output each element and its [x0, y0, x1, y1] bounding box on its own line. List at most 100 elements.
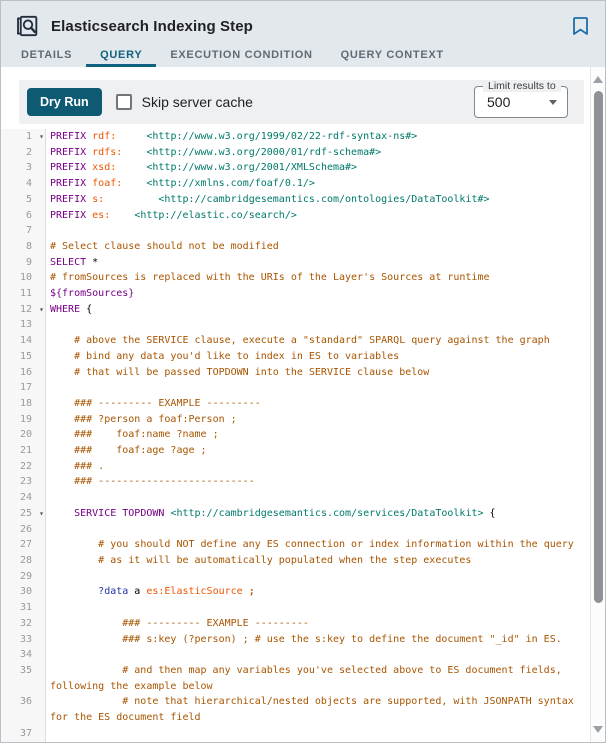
line-number: 32 — [1, 616, 46, 632]
scroll-down-arrow-icon[interactable] — [593, 726, 603, 733]
code-text[interactable]: PREFIX foaf: <http://xmlns.com/foaf/0.1/… — [46, 176, 590, 192]
code-text[interactable]: ### --------- EXAMPLE --------- — [46, 616, 590, 632]
tab-details[interactable]: DETAILS — [7, 43, 86, 67]
code-text[interactable]: # bind any data you'd like to index in E… — [46, 349, 590, 365]
code-line: 27 # you should NOT define any ES connec… — [1, 537, 590, 553]
dry-run-button[interactable]: Dry Run — [27, 88, 102, 116]
query-toolbar: Dry Run Skip server cache Limit results … — [19, 80, 584, 124]
search-document-icon — [15, 13, 41, 39]
tab-execution-condition[interactable]: EXECUTION CONDITION — [156, 43, 326, 67]
title-row: Elasticsearch Indexing Step — [1, 1, 605, 43]
tab-bar: DETAILSQUERYEXECUTION CONDITIONQUERY CON… — [1, 43, 605, 67]
query-panel: Dry Run Skip server cache Limit results … — [1, 67, 590, 742]
tab-query-context[interactable]: QUERY CONTEXT — [327, 43, 458, 67]
code-text[interactable]: SELECT * — [46, 255, 590, 271]
line-number: 34 — [1, 647, 46, 663]
code-text[interactable] — [46, 569, 590, 585]
code-text[interactable]: PREFIX xsd: <http://www.w3.org/2001/XMLS… — [46, 160, 590, 176]
line-number: 37 — [1, 726, 46, 742]
code-text[interactable]: # note that hierarchical/nested objects … — [46, 694, 590, 725]
code-line: 34 — [1, 647, 590, 663]
code-text[interactable]: # Select clause should not be modified — [46, 239, 590, 255]
line-number: 22 — [1, 459, 46, 475]
line-number: 9 — [1, 255, 46, 271]
code-text[interactable] — [46, 380, 590, 396]
code-text[interactable]: ### s:key (?person) ; # use the s:key to… — [46, 632, 590, 648]
code-text[interactable] — [46, 522, 590, 538]
code-text[interactable]: PREFIX rdfs: <http://www.w3.org/2000/01/… — [46, 145, 590, 161]
skip-server-cache-checkbox[interactable] — [116, 94, 132, 110]
code-text[interactable]: # above the SERVICE clause, execute a "s… — [46, 333, 590, 349]
code-line: 10# fromSources is replaced with the URI… — [1, 270, 590, 286]
code-text[interactable]: PREFIX rdf: <http://www.w3.org/1999/02/2… — [46, 129, 590, 145]
code-line: 21 ### foaf:age ?age ; — [1, 443, 590, 459]
tab-query[interactable]: QUERY — [86, 43, 156, 67]
code-text[interactable]: ### foaf:name ?name ; — [46, 427, 590, 443]
code-line: 15 # bind any data you'd like to index i… — [1, 349, 590, 365]
line-number: 15 — [1, 349, 46, 365]
code-line: 33 ### s:key (?person) ; # use the s:key… — [1, 632, 590, 648]
code-text[interactable]: # and then map any variables you've sele… — [46, 663, 590, 694]
line-number: 33 — [1, 632, 46, 648]
vertical-scrollbar[interactable] — [590, 67, 605, 742]
line-number: 35 — [1, 663, 46, 694]
code-line: 5PREFIX s: <http://cambridgesemantics.co… — [1, 192, 590, 208]
code-text[interactable]: ### --------- EXAMPLE --------- — [46, 396, 590, 412]
page-title: Elasticsearch Indexing Step — [51, 18, 253, 35]
line-number: 10 — [1, 270, 46, 286]
code-text[interactable]: ### ?person a foaf:Person ; — [46, 412, 590, 428]
query-editor[interactable]: 1▾PREFIX rdf: <http://www.w3.org/1999/02… — [1, 129, 590, 742]
fold-arrow-icon[interactable]: ▾ — [39, 506, 44, 522]
code-line: 8# Select clause should not be modified — [1, 239, 590, 255]
code-text[interactable]: # you should NOT define any ES connectio… — [46, 537, 590, 553]
chevron-down-icon — [549, 100, 557, 105]
code-line: 16 # that will be passed TOPDOWN into th… — [1, 365, 590, 381]
line-number: 21 — [1, 443, 46, 459]
code-text[interactable]: # as it will be automatically populated … — [46, 553, 590, 569]
code-text[interactable] — [46, 726, 590, 742]
code-text[interactable] — [46, 490, 590, 506]
code-line: 30 ?data a es:ElasticSource ; — [1, 584, 590, 600]
skip-server-cache-label[interactable]: Skip server cache — [142, 94, 253, 110]
bookmark-icon[interactable] — [570, 14, 591, 38]
code-line: 31 — [1, 600, 590, 616]
code-text[interactable]: PREFIX s: <http://cambridgesemantics.com… — [46, 192, 590, 208]
code-text[interactable] — [46, 600, 590, 616]
fold-arrow-icon[interactable]: ▾ — [39, 129, 44, 145]
code-text[interactable] — [46, 647, 590, 663]
code-text[interactable]: SERVICE TOPDOWN <http://cambridgesemanti… — [46, 506, 590, 522]
line-number: 12▾ — [1, 302, 46, 318]
code-text[interactable]: ${fromSources} — [46, 286, 590, 302]
limit-results-label: Limit results to — [483, 80, 561, 92]
code-line: 4PREFIX foaf: <http://xmlns.com/foaf/0.1… — [1, 176, 590, 192]
code-text[interactable]: ### . — [46, 459, 590, 475]
line-number: 2 — [1, 145, 46, 161]
code-text[interactable]: ?data a es:ElasticSource ; — [46, 584, 590, 600]
code-text[interactable]: # fromSources is replaced with the URIs … — [46, 270, 590, 286]
code-text[interactable]: WHERE { — [46, 302, 590, 318]
code-text[interactable] — [46, 317, 590, 333]
scrollbar-thumb[interactable] — [594, 91, 603, 603]
code-line: 6PREFIX es: <http://elastic.co/search/> — [1, 208, 590, 224]
code-line: 3PREFIX xsd: <http://www.w3.org/2001/XML… — [1, 160, 590, 176]
code-text[interactable] — [46, 223, 590, 239]
line-number: 24 — [1, 490, 46, 506]
code-text[interactable]: # that will be passed TOPDOWN into the S… — [46, 365, 590, 381]
limit-results-select[interactable]: Limit results to 500 — [474, 86, 568, 118]
line-number: 30 — [1, 584, 46, 600]
code-text[interactable]: ### foaf:age ?age ; — [46, 443, 590, 459]
code-line: 19 ### ?person a foaf:Person ; — [1, 412, 590, 428]
scroll-up-arrow-icon[interactable] — [593, 76, 603, 83]
line-number: 29 — [1, 569, 46, 585]
code-line: 22 ### . — [1, 459, 590, 475]
line-number: 16 — [1, 365, 46, 381]
code-line: 29 — [1, 569, 590, 585]
line-number: 36 — [1, 694, 46, 725]
code-line: 17 — [1, 380, 590, 396]
code-line: 12▾WHERE { — [1, 302, 590, 318]
fold-arrow-icon[interactable]: ▾ — [39, 302, 44, 318]
code-text[interactable]: ### -------------------------- — [46, 474, 590, 490]
code-text[interactable]: PREFIX es: <http://elastic.co/search/> — [46, 208, 590, 224]
code-line: 36 # note that hierarchical/nested objec… — [1, 694, 590, 725]
line-number: 28 — [1, 553, 46, 569]
